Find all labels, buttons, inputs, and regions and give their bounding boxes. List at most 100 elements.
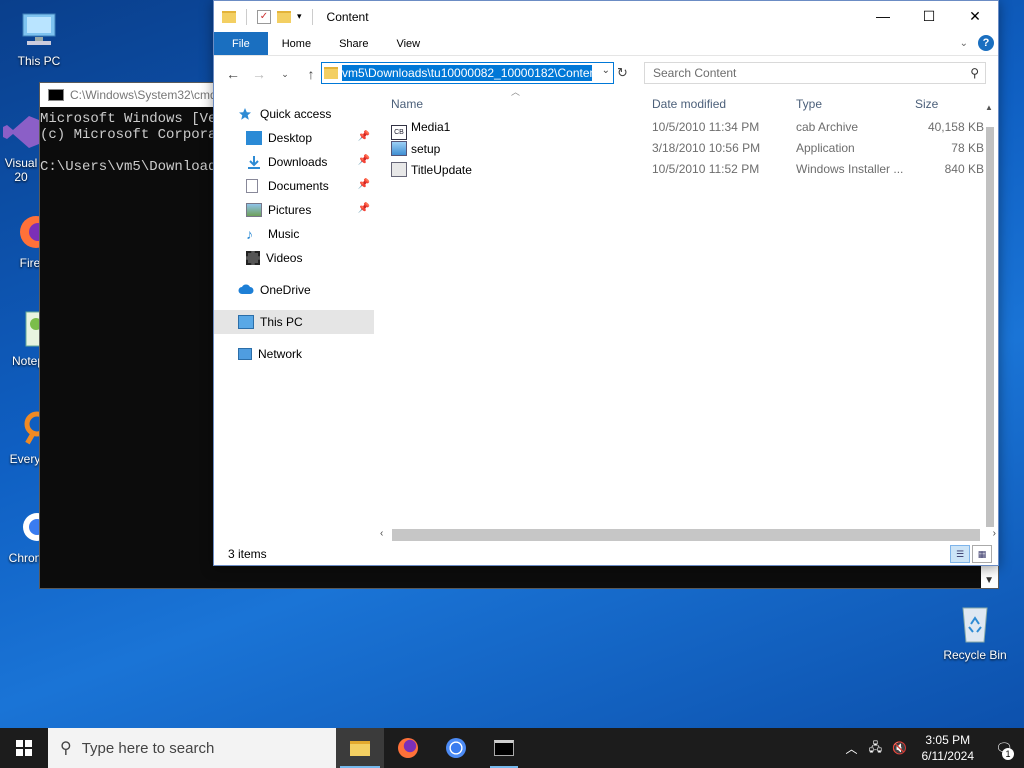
up-arrow-icon[interactable]: ↑ (300, 66, 322, 82)
details-view-icon[interactable]: ☰ (950, 545, 970, 563)
nav-item-pictures[interactable]: Pictures 📌 (214, 198, 374, 222)
notification-badge: 1 (1002, 747, 1014, 760)
nav-item-documents[interactable]: Documents 📌 (214, 174, 374, 198)
column-header-size[interactable]: Size (915, 97, 938, 111)
customize-toolbar-icon[interactable]: ▾ (297, 11, 302, 22)
cmd-line: (c) Microsoft Corporat (40, 127, 225, 143)
file-row[interactable]: setup 3/18/2010 10:56 PM Application 78 … (385, 138, 990, 159)
nav-item-this-pc[interactable]: This PC (214, 310, 374, 334)
scroll-down-icon[interactable]: ▼ (984, 575, 994, 586)
large-icons-view-icon[interactable]: ▦ (972, 545, 992, 563)
scroll-right-icon[interactable]: › (993, 528, 996, 539)
maximize-icon[interactable]: ☐ (906, 1, 952, 31)
view-switcher: ☰ ▦ (950, 545, 992, 563)
nav-item-onedrive[interactable]: OneDrive (214, 278, 374, 302)
cloud-icon (238, 283, 254, 297)
desktop-icon-recycle-bin[interactable]: Recycle Bin (940, 602, 1010, 662)
file-explorer-window[interactable]: ✓ ▾ Content — ☐ ✕ File Home Share View ⌄… (213, 0, 999, 566)
refresh-icon[interactable]: ↻ (617, 65, 628, 81)
file-name: TitleUpdate (411, 163, 472, 177)
search-icon[interactable]: ⚲ (970, 66, 979, 80)
address-text[interactable]: vm5\Downloads\tu10000082_10000182\Conten… (342, 65, 592, 81)
volume-muted-icon[interactable]: 🔇 (888, 741, 912, 755)
nav-item-label: Quick access (260, 106, 332, 121)
notification-center-button[interactable]: 🗨 1 (984, 740, 1024, 760)
vertical-scrollbar[interactable]: ▲ (981, 89, 998, 529)
taskbar-chrome[interactable] (432, 728, 480, 768)
file-name: Media1 (411, 120, 451, 134)
scroll-up-icon[interactable]: ▲ (985, 103, 993, 112)
file-row[interactable]: CB Media1 10/5/2010 11:34 PM cab Archive … (385, 117, 990, 140)
tab-file[interactable]: File (214, 32, 268, 55)
start-button[interactable] (0, 728, 48, 768)
application-icon (391, 141, 407, 156)
minimize-icon[interactable]: — (860, 1, 906, 31)
cmd-line: C:\Users\vm5\Downloads (40, 159, 225, 175)
column-header-date[interactable]: Date modified (652, 97, 726, 111)
visual-studio-icon (0, 110, 43, 154)
clock[interactable]: 3:05 PM 6/11/2024 (922, 732, 975, 764)
scroll-left-icon[interactable]: ‹ (380, 528, 383, 539)
nav-item-network[interactable]: Network (214, 342, 374, 366)
search-box[interactable]: Search Content ⚲ (644, 62, 986, 84)
search-input[interactable]: Search Content (653, 66, 736, 80)
taskbar-search-input[interactable]: Type here to search (82, 740, 215, 757)
file-name: setup (411, 142, 441, 156)
window-title: Content (326, 9, 369, 24)
window-controls: — ☐ ✕ (860, 1, 998, 31)
properties-icon[interactable]: ✓ (257, 9, 271, 24)
scrollbar-thumb[interactable] (986, 127, 994, 527)
column-header-type[interactable]: Type (796, 97, 822, 111)
expand-ribbon-icon[interactable]: ⌄ (960, 38, 968, 49)
video-icon (246, 251, 260, 265)
cmd-title: C:\Windows\System32\cmd (70, 88, 217, 102)
quick-access-toolbar: ✓ ▾ Content (222, 8, 369, 25)
explorer-titlebar[interactable]: ✓ ▾ Content — ☐ ✕ (214, 1, 998, 32)
cmd-icon (48, 89, 64, 101)
pin-icon[interactable]: 📌 (358, 131, 370, 142)
desktop-icon-this-pc[interactable]: This PC (4, 8, 74, 68)
pin-icon[interactable]: 📌 (358, 155, 370, 166)
network-icon[interactable]: 🖧 (864, 738, 888, 759)
nav-item-music[interactable]: ♪ Music (214, 222, 374, 246)
help-icon[interactable]: ? (978, 35, 994, 51)
document-icon (246, 179, 258, 193)
search-icon: ⚲ (60, 740, 72, 757)
scrollbar-thumb[interactable] (392, 529, 980, 541)
tab-share[interactable]: Share (325, 32, 382, 55)
new-folder-icon[interactable] (277, 10, 291, 23)
tab-view[interactable]: View (382, 32, 434, 55)
horizontal-scrollbar[interactable]: ‹ › (376, 527, 998, 543)
file-type: Application (796, 141, 855, 155)
tab-home[interactable]: Home (268, 32, 325, 55)
nav-item-label: Network (258, 347, 303, 361)
taskbar-firefox[interactable] (384, 728, 432, 768)
nav-item-label: This PC (260, 315, 303, 329)
cmd-icon (494, 740, 514, 756)
pin-icon[interactable]: 📌 (358, 203, 370, 214)
column-header-name[interactable]: Name (391, 97, 423, 111)
nav-item-videos[interactable]: Videos (214, 246, 374, 270)
chevron-down-icon[interactable]: ⌄ (602, 65, 610, 76)
file-date: 3/18/2010 10:56 PM (652, 141, 761, 155)
file-row[interactable]: TitleUpdate 10/5/2010 11:52 PM Windows I… (385, 159, 990, 180)
status-item-count: 3 items (228, 547, 267, 561)
taskbar-cmd[interactable] (480, 728, 528, 768)
show-hidden-icons-icon[interactable]: ︿ (840, 740, 864, 757)
nav-item-quick-access[interactable]: Quick access (214, 101, 374, 126)
divider (311, 8, 313, 25)
address-bar[interactable]: vm5\Downloads\tu10000082_10000182\Conten… (321, 62, 614, 84)
close-icon[interactable]: ✕ (952, 1, 998, 31)
forward-arrow-icon[interactable]: → (248, 66, 270, 82)
taskbar-search[interactable]: ⚲ Type here to search (48, 728, 336, 768)
nav-item-desktop[interactable]: Desktop 📌 (214, 126, 374, 150)
nav-item-label: Music (268, 227, 300, 241)
back-arrow-icon[interactable]: ← (222, 66, 244, 82)
nav-item-downloads[interactable]: Downloads 📌 (214, 150, 374, 174)
nav-item-label: Videos (266, 251, 303, 265)
file-list: Name Date modified Type Size CB Media1 10… (385, 89, 990, 180)
pin-icon[interactable]: 📌 (358, 179, 370, 190)
taskbar-file-explorer[interactable] (336, 728, 384, 768)
recent-locations-icon[interactable]: ⌄ (274, 69, 296, 80)
nav-item-label: Desktop (268, 131, 313, 145)
